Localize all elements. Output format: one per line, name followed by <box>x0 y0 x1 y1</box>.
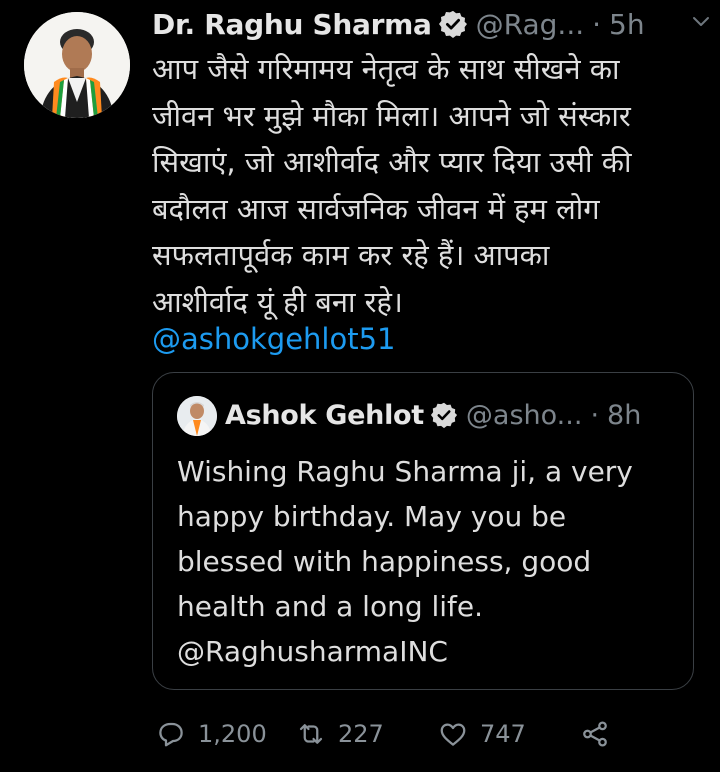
verified-badge-icon <box>430 401 458 429</box>
quoted-avatar-image <box>177 396 217 436</box>
quoted-author-avatar[interactable] <box>177 396 217 436</box>
author-handle[interactable]: @Rag... <box>476 8 584 41</box>
quoted-tweet[interactable]: Ashok Gehlot @asho... · 8h Wishing Raghu… <box>152 372 694 690</box>
mention-link[interactable]: @ashokgehlot51 <box>152 316 396 362</box>
author-avatar-image <box>24 12 130 118</box>
tweet-header: Dr. Raghu Sharma @Rag... · 5h <box>152 4 700 44</box>
like-count: 747 <box>480 720 526 748</box>
author-name[interactable]: Dr. Raghu Sharma <box>152 8 432 41</box>
share-button[interactable] <box>580 712 610 756</box>
reply-count: 1,200 <box>198 720 267 748</box>
tweet[interactable]: Dr. Raghu Sharma @Rag... · 5h आप जैसे गर… <box>0 0 720 772</box>
reply-icon <box>159 722 183 747</box>
quoted-author-name[interactable]: Ashok Gehlot <box>225 400 424 431</box>
tweet-actions: 1,200 227 747 <box>156 712 676 756</box>
chevron-down-icon[interactable] <box>690 10 712 32</box>
heart-icon <box>440 723 466 746</box>
retweet-button[interactable]: 227 <box>296 712 384 756</box>
tweet-text: आप जैसे गरिमामय नेतृत्व के साथ सीखने का … <box>152 52 632 319</box>
verified-badge-icon <box>438 9 468 39</box>
quoted-author-handle[interactable]: @asho... <box>466 400 583 431</box>
retweet-icon <box>299 724 323 744</box>
header-separator: · <box>592 7 602 41</box>
share-icon <box>583 721 607 747</box>
tweet-timestamp[interactable]: 5h <box>609 8 645 41</box>
quoted-header-separator: · <box>590 399 600 431</box>
retweet-count: 227 <box>338 720 384 748</box>
quoted-tweet-header: Ashok Gehlot @asho... · 8h <box>225 393 641 437</box>
reply-button[interactable]: 1,200 <box>156 712 267 756</box>
author-avatar[interactable] <box>24 12 130 118</box>
quoted-tweet-text: Wishing Raghu Sharma ji, a very happy bi… <box>177 455 633 668</box>
like-button[interactable]: 747 <box>438 712 526 756</box>
quoted-tweet-timestamp[interactable]: 8h <box>607 400 641 431</box>
